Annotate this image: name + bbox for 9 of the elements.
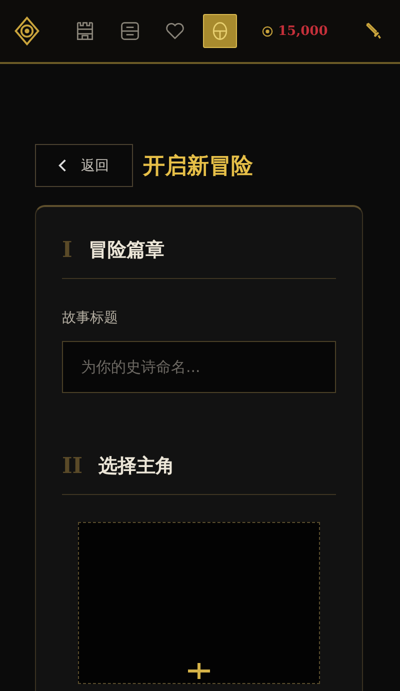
section-numeral: I [62,237,72,263]
coin-balance: 15,000 [278,24,328,38]
field-label: 故事标题 [62,309,119,327]
back-button[interactable]: 返回 [35,144,133,187]
section-title: 冒险篇章 [88,238,164,263]
section-numeral: II [62,453,83,479]
page-title: 开启新冒险 [143,152,253,180]
section-title: 选择主角 [98,454,175,479]
story-title-field[interactable]: 为你的史诗命名... [62,341,336,393]
